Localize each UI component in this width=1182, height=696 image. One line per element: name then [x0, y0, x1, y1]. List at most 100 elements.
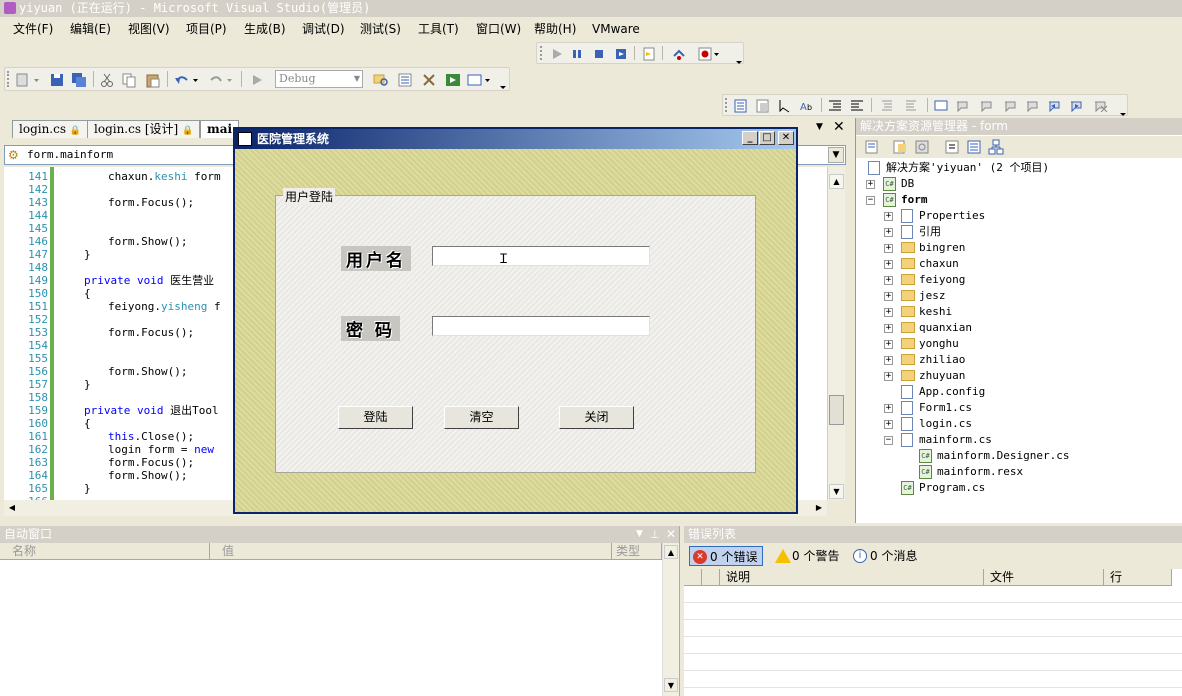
autos-col-value[interactable]: 值 — [210, 543, 612, 560]
tree-item[interactable]: + chaxun — [856, 256, 1176, 272]
scroll-up-icon[interactable]: ▲ — [829, 174, 844, 189]
tab-list-dropdown-icon[interactable]: ▼ — [816, 122, 823, 132]
tree-item[interactable]: C# mainform.Designer.cs — [856, 448, 1176, 464]
display-object-member-list-icon[interactable] — [733, 98, 749, 114]
uncomment-icon[interactable] — [903, 98, 919, 114]
expand-icon[interactable]: + — [884, 324, 893, 333]
minimize-button[interactable]: _ — [742, 131, 758, 145]
tab-login-designer[interactable]: login.cs [设计] 🔒 — [87, 120, 201, 138]
save-icon[interactable] — [49, 72, 65, 88]
menu-item-6[interactable]: 测试(S) — [360, 18, 401, 40]
tree-item[interactable]: + C# DB — [856, 176, 1176, 192]
copy-icon[interactable] — [121, 72, 137, 88]
tree-item[interactable]: + login.cs — [856, 416, 1176, 432]
restart-icon[interactable] — [613, 46, 629, 62]
menu-item-1[interactable]: 编辑(E) — [70, 18, 111, 40]
scroll-down-icon[interactable]: ▼ — [664, 678, 678, 692]
dialog-titlebar[interactable]: 医院管理系统 _ □ ✕ — [235, 129, 796, 149]
properties-icon[interactable] — [864, 139, 880, 155]
expand-icon[interactable]: + — [884, 404, 893, 413]
show-next-statement-icon[interactable] — [641, 46, 657, 62]
tree-item[interactable]: + feiyong — [856, 272, 1176, 288]
expand-icon[interactable]: + — [866, 180, 875, 189]
tree-item[interactable]: + bingren — [856, 240, 1176, 256]
scroll-up-icon[interactable]: ▲ — [664, 545, 678, 559]
start-debugging-icon[interactable] — [249, 72, 265, 88]
save-all-icon[interactable] — [71, 72, 87, 88]
tree-item[interactable]: + Properties — [856, 208, 1176, 224]
expand-icon[interactable]: + — [884, 212, 893, 221]
paste-icon[interactable] — [145, 72, 161, 88]
menu-item-9[interactable]: 帮助(H) — [534, 18, 576, 40]
tree-item[interactable]: + jesz — [856, 288, 1176, 304]
password-input[interactable] — [432, 316, 650, 336]
expand-icon[interactable]: + — [884, 420, 893, 429]
undo-icon[interactable] — [173, 72, 201, 88]
scroll-left-icon[interactable]: ◀ — [5, 501, 19, 515]
menu-item-10[interactable]: VMware — [592, 18, 640, 40]
decrease-indent-icon[interactable] — [827, 98, 843, 114]
expand-icon[interactable]: + — [884, 244, 893, 253]
error-col-blank2[interactable] — [702, 569, 720, 586]
toolbar-overflow-icon[interactable] — [735, 55, 743, 71]
pin-icon[interactable]: ⊥ — [650, 526, 660, 543]
bookmark-icon[interactable] — [933, 98, 949, 114]
refresh-icon[interactable] — [914, 139, 930, 155]
class-diagram-icon[interactable] — [988, 139, 1004, 155]
view-code-icon[interactable] — [944, 139, 960, 155]
find-in-files-icon[interactable] — [373, 72, 389, 88]
tree-item[interactable]: − C# form — [856, 192, 1176, 208]
menu-item-7[interactable]: 工具(T) — [418, 18, 459, 40]
tree-item[interactable]: + quanxian — [856, 320, 1176, 336]
menu-item-8[interactable]: 窗口(W) — [476, 18, 521, 40]
object-browser-icon[interactable] — [445, 72, 461, 88]
clear-button[interactable]: 清空 — [444, 406, 519, 429]
close-document-icon[interactable]: ✕ — [833, 119, 845, 135]
tree-item[interactable]: + zhiliao — [856, 352, 1176, 368]
next-bookmark-doc-icon[interactable] — [1069, 98, 1085, 114]
expand-icon[interactable]: + — [884, 356, 893, 365]
menu-item-0[interactable]: 文件(F) — [13, 18, 53, 40]
comment-out-icon[interactable] — [879, 98, 895, 114]
tree-item[interactable]: App.config — [856, 384, 1176, 400]
autos-vertical-scrollbar[interactable]: ▲ ▼ — [662, 543, 679, 696]
menu-item-3[interactable]: 项目(P) — [186, 18, 227, 40]
tab-login-cs[interactable]: login.cs 🔒 — [12, 120, 89, 138]
autos-col-type[interactable]: 类型 — [612, 543, 662, 560]
cut-icon[interactable] — [99, 72, 115, 88]
autos-col-name[interactable]: 名称 — [0, 543, 210, 560]
toolbox-icon[interactable] — [421, 72, 437, 88]
error-col-description[interactable]: 说明 — [720, 569, 984, 586]
expand-icon[interactable]: + — [884, 260, 893, 269]
parameter-info-icon[interactable] — [755, 98, 771, 114]
tree-item[interactable]: C# mainform.resx — [856, 464, 1176, 480]
close-dialog-button[interactable]: 关闭 — [559, 406, 634, 429]
tree-item[interactable]: + yonghu — [856, 336, 1176, 352]
pause-icon[interactable] — [569, 46, 585, 62]
scroll-thumb[interactable] — [829, 395, 844, 425]
increase-indent-icon[interactable] — [849, 98, 865, 114]
editor-vertical-scrollbar[interactable]: ▲ ▼ — [827, 167, 845, 500]
view-designer-icon[interactable] — [966, 139, 982, 155]
redo-icon[interactable] — [207, 72, 235, 88]
prev-bookmark-folder-icon[interactable] — [1003, 98, 1019, 114]
maximize-button[interactable]: □ — [759, 131, 775, 145]
menu-item-2[interactable]: 视图(V) — [128, 18, 170, 40]
tree-item[interactable]: − mainform.cs — [856, 432, 1176, 448]
tree-item[interactable]: 解决方案'yiyuan' (2 个项目) — [856, 160, 1176, 176]
warnings-filter-button[interactable]: 0 个警告 — [772, 546, 839, 566]
expand-icon[interactable]: + — [884, 308, 893, 317]
other-windows-icon[interactable] — [467, 72, 493, 88]
expand-icon[interactable]: + — [884, 372, 893, 381]
prev-bookmark-doc-icon[interactable] — [1047, 98, 1063, 114]
close-button[interactable]: ✕ — [778, 131, 794, 145]
tree-item[interactable]: + Form1.cs — [856, 400, 1176, 416]
expand-icon[interactable]: + — [884, 276, 893, 285]
solution-config-combo[interactable]: Debug ▼ — [275, 70, 363, 88]
scroll-right-icon[interactable]: ▶ — [812, 501, 826, 515]
login-button[interactable]: 登陆 — [338, 406, 413, 429]
show-all-files-icon[interactable] — [892, 139, 908, 155]
new-project-icon[interactable] — [15, 72, 41, 88]
stop-icon[interactable] — [591, 46, 607, 62]
panel-dropdown-icon[interactable]: ▼ — [636, 526, 643, 543]
